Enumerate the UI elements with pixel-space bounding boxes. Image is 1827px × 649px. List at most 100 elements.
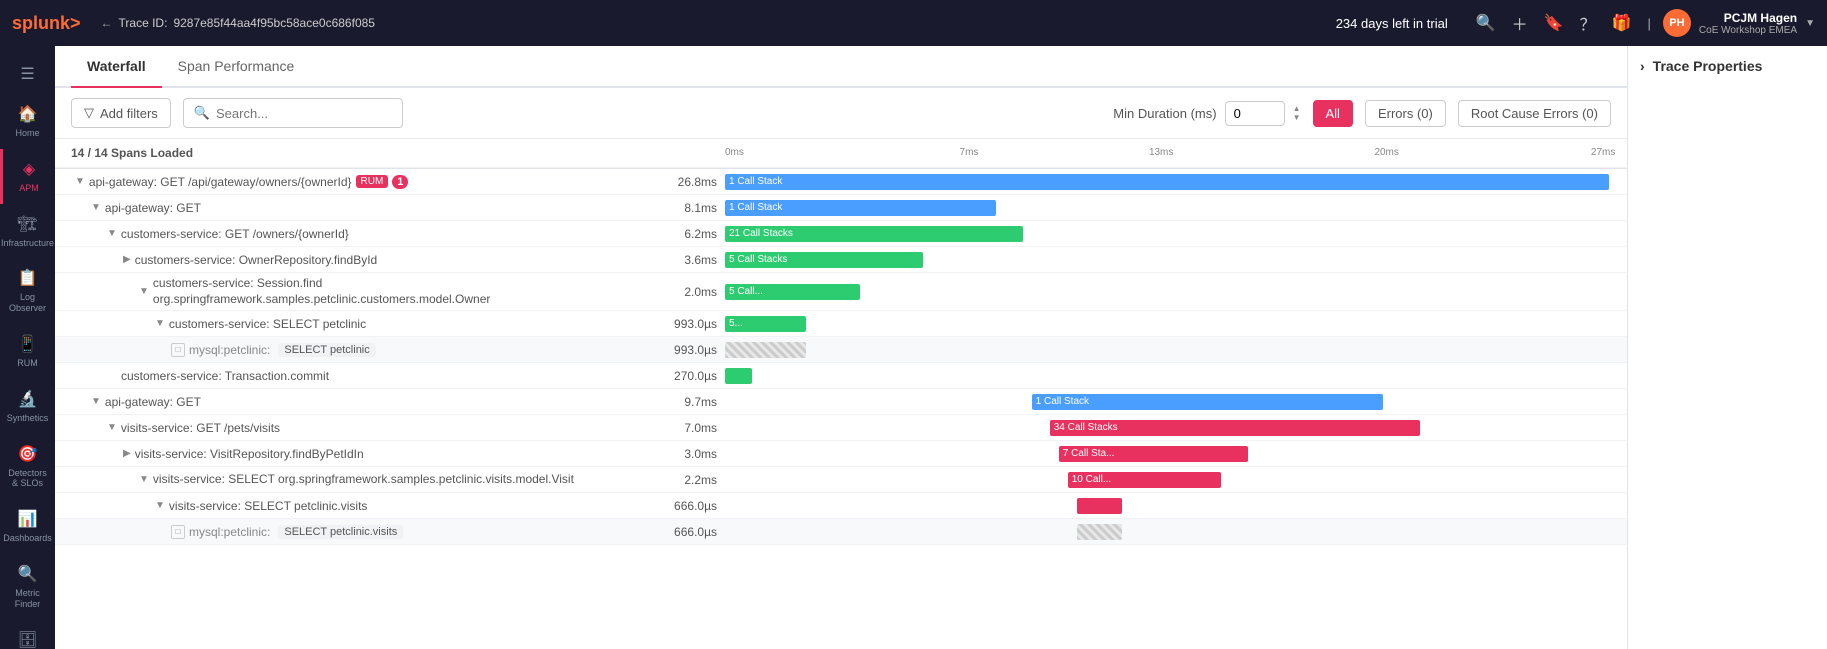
sidebar-item-apm[interactable]: ◈ APM bbox=[0, 149, 55, 204]
sidebar-item-rum[interactable]: 📱 RUM bbox=[0, 324, 55, 379]
gift-icon[interactable]: 🎁 bbox=[1612, 13, 1632, 33]
span-name: ▼ customers-service: Session.find org.sp… bbox=[55, 273, 635, 310]
apm-icon: ◈ bbox=[23, 159, 35, 179]
span-name: ▼ visits-service: SELECT petclinic.visit… bbox=[55, 496, 635, 516]
sidebar-item-synthetics[interactable]: 🔬 Synthetics bbox=[0, 379, 55, 434]
sidebar-item-detectors[interactable]: 🎯 Detectors & SLOs bbox=[0, 434, 55, 500]
span-bar[interactable]: 1 Call Stack bbox=[725, 200, 996, 216]
tab-span-performance[interactable]: Span Performance bbox=[162, 46, 311, 88]
table-row: ▼ api-gateway: GET /api/gateway/owners/{… bbox=[55, 169, 1627, 195]
span-duration: 9.7ms bbox=[635, 395, 725, 409]
filter-errors-button[interactable]: Errors (0) bbox=[1365, 100, 1446, 127]
num-badge: 1 bbox=[392, 175, 408, 189]
tick-20ms: 20ms bbox=[1374, 147, 1398, 158]
span-table: ▼ api-gateway: GET /api/gateway/owners/{… bbox=[55, 169, 1627, 649]
filter-root-cause-button[interactable]: Root Cause Errors (0) bbox=[1458, 100, 1611, 127]
table-row: ▶ customers-service: OwnerRepository.fin… bbox=[55, 247, 1627, 273]
rum-badge: RUM bbox=[356, 175, 389, 188]
expand-icon[interactable]: ▼ bbox=[139, 286, 149, 297]
expand-icon[interactable]: ▼ bbox=[75, 176, 85, 187]
sidebar-item-dashboards-label: Dashboards bbox=[3, 533, 52, 544]
expand-icon[interactable]: ▶ bbox=[123, 254, 131, 265]
menu-icon: ☰ bbox=[20, 64, 34, 84]
infrastructure-icon: 🏗 bbox=[17, 214, 37, 234]
table-row: □ mysql:petclinic: SELECT petclinic.visi… bbox=[55, 519, 1627, 545]
span-name: customers-service: Transaction.commit bbox=[55, 366, 635, 386]
span-bar[interactable] bbox=[1077, 498, 1122, 514]
chevron-right-icon[interactable]: › bbox=[1640, 58, 1645, 74]
sidebar-item-home[interactable]: 🏠 Home bbox=[0, 94, 55, 149]
expand-icon[interactable]: ▼ bbox=[91, 202, 101, 213]
tick-13ms: 13ms bbox=[1149, 147, 1173, 158]
expand-icon[interactable]: ▼ bbox=[155, 500, 165, 511]
user-menu[interactable]: PH PCJM Hagen CoE Workshop EMEA ▼ bbox=[1663, 9, 1815, 37]
add-icon[interactable]: ＋ bbox=[1512, 11, 1528, 35]
sidebar-item-infrastructure[interactable]: 🏗 Infrastructure bbox=[0, 204, 55, 259]
tab-waterfall[interactable]: Waterfall bbox=[71, 46, 162, 88]
span-bar[interactable]: 7 Call Sta... bbox=[1059, 446, 1248, 462]
metric-icon: 🔍 bbox=[18, 564, 38, 584]
span-duration: 2.2ms bbox=[635, 473, 725, 487]
help-icon[interactable]: ？ bbox=[1580, 11, 1596, 35]
expand-icon[interactable]: ▼ bbox=[107, 228, 117, 239]
span-bar-area: 21 Call Stacks bbox=[725, 224, 1627, 244]
table-row: ▼ visits-service: SELECT org.springframe… bbox=[55, 467, 1627, 493]
main-content: Waterfall Span Performance ▽ Add filters… bbox=[55, 46, 1627, 649]
span-duration: 270.0µs bbox=[635, 369, 725, 383]
sidebar-item-metric-finder[interactable]: 🔍 Metric Finder bbox=[0, 554, 55, 620]
main-layout: ☰ 🏠 Home ◈ APM 🏗 Infrastructure 📋 Log Ob… bbox=[0, 46, 1827, 649]
min-duration-control: Min Duration (ms) ▲▼ bbox=[1113, 101, 1300, 126]
sql-icon: □ bbox=[171, 343, 185, 357]
expand-icon[interactable]: ▶ bbox=[123, 448, 131, 459]
span-bar[interactable]: 5 Call... bbox=[725, 284, 860, 300]
span-bar[interactable]: 5 Call Stacks bbox=[725, 252, 923, 268]
span-bar-area: 1 Call Stack bbox=[725, 392, 1627, 412]
add-filters-button[interactable]: ▽ Add filters bbox=[71, 98, 171, 128]
sidebar-item-log-observer[interactable]: 📋 Log Observer bbox=[0, 258, 55, 324]
span-bar[interactable]: 5... bbox=[725, 316, 806, 332]
sidebar: ☰ 🏠 Home ◈ APM 🏗 Infrastructure 📋 Log Ob… bbox=[0, 46, 55, 649]
sidebar-item-infrastructure-label: Infrastructure bbox=[1, 238, 54, 249]
expand-icon[interactable]: ▼ bbox=[107, 422, 117, 433]
span-bar-area: 5 Call Stacks bbox=[725, 250, 1627, 270]
min-duration-input[interactable] bbox=[1225, 101, 1285, 126]
sidebar-item-home-label: Home bbox=[15, 128, 39, 139]
synthetics-icon: 🔬 bbox=[18, 389, 38, 409]
search-icon[interactable]: 🔍 bbox=[1476, 13, 1496, 33]
span-name: □ mysql:petclinic: SELECT petclinic bbox=[55, 340, 635, 360]
filter-all-button[interactable]: All bbox=[1313, 100, 1353, 127]
span-bar[interactable]: 10 Call... bbox=[1068, 472, 1221, 488]
bookmark-icon[interactable]: 🔖 bbox=[1544, 13, 1564, 33]
back-arrow[interactable]: ← bbox=[101, 16, 113, 30]
chevron-down-icon: ▼ bbox=[1805, 18, 1815, 29]
span-bar-area bbox=[725, 522, 1627, 542]
span-name: ▼ customers-service: GET /owners/{ownerI… bbox=[55, 224, 635, 244]
span-bar[interactable]: 1 Call Stack bbox=[725, 174, 1609, 190]
trace-id-value: 9287e85f44aa4f95bc58ace0c686f085 bbox=[173, 16, 375, 30]
trace-breadcrumb: ← Trace ID: 9287e85f44aa4f95bc58ace0c686… bbox=[101, 16, 375, 30]
table-row: ▶ visits-service: VisitRepository.findBy… bbox=[55, 441, 1627, 467]
sidebar-item-metric-label: Metric Finder bbox=[4, 588, 51, 610]
span-name: ▶ visits-service: VisitRepository.findBy… bbox=[55, 444, 635, 464]
user-org: CoE Workshop EMEA bbox=[1699, 25, 1797, 36]
expand-icon[interactable]: ▼ bbox=[91, 396, 101, 407]
tick-0ms: 0ms bbox=[725, 147, 744, 158]
spans-loaded: 14 / 14 Spans Loaded bbox=[55, 146, 635, 160]
span-duration: 3.0ms bbox=[635, 447, 725, 461]
span-bar[interactable]: 1 Call Stack bbox=[1032, 394, 1384, 410]
table-row: ▼ visits-service: GET /pets/visits 7.0ms… bbox=[55, 415, 1627, 441]
span-duration: 8.1ms bbox=[635, 201, 725, 215]
expand-icon[interactable]: ▼ bbox=[139, 474, 149, 485]
sidebar-item-data-management[interactable]: 🗄 Data Management bbox=[0, 620, 55, 649]
data-icon: 🗄 bbox=[17, 630, 37, 649]
sidebar-item-rum-label: RUM bbox=[17, 358, 38, 369]
expand-icon[interactable]: ▼ bbox=[155, 318, 165, 329]
sidebar-menu-toggle[interactable]: ☰ bbox=[0, 54, 55, 94]
search-input[interactable] bbox=[216, 106, 392, 121]
span-bar[interactable] bbox=[725, 368, 752, 384]
span-name: ▼ api-gateway: GET bbox=[55, 392, 635, 412]
sidebar-item-dashboards[interactable]: 📊 Dashboards bbox=[0, 499, 55, 554]
table-row: ▼ customers-service: SELECT petclinic 99… bbox=[55, 311, 1627, 337]
span-bar[interactable]: 21 Call Stacks bbox=[725, 226, 1023, 242]
span-bar[interactable]: 34 Call Stacks bbox=[1050, 420, 1420, 436]
